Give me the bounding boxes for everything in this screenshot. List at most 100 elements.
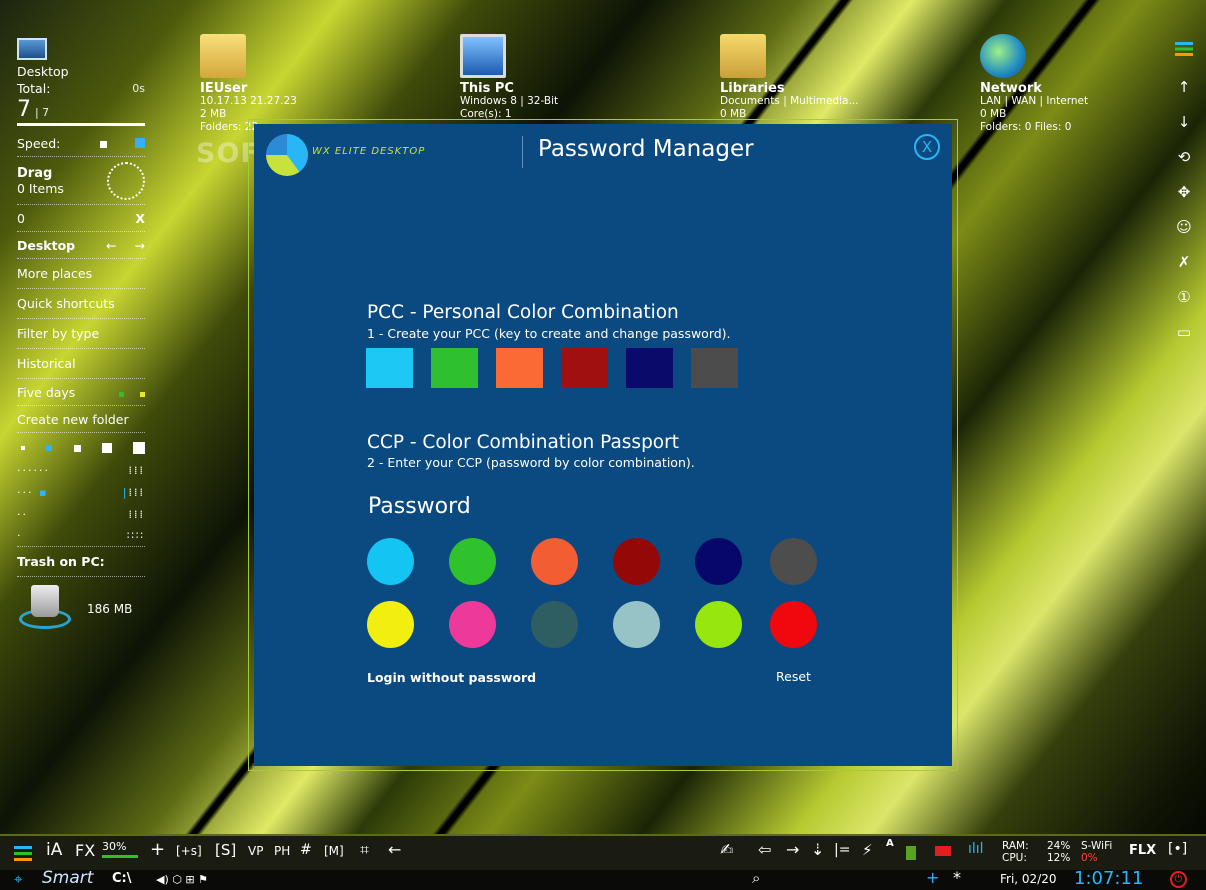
nav-forward-button[interactable]: → [135,238,145,253]
ram-cpu-labels: RAM: CPU: [1002,840,1029,864]
dots-pattern-3[interactable]: ·· [17,508,28,521]
desktop-icon-this-pc[interactable]: This PC Windows 8 | 32-Bit Core(s): 1 [460,34,558,121]
sidebar-item-filter-by-type[interactable]: Filter by type [17,319,145,349]
search-icon[interactable]: ⌕ [752,869,760,887]
grid-pattern-3[interactable]: ⁞⁞⁞ [129,508,146,521]
desktop-icon[interactable] [17,38,47,60]
refresh-icon[interactable]: ⟲ [1178,140,1191,175]
drive-label[interactable]: C:\ [112,871,132,886]
color-dot-button[interactable] [449,538,496,585]
dots-pattern-2[interactable]: ··· ▪ [17,486,48,499]
speed-row[interactable]: Speed: [17,130,145,157]
target-button[interactable]: [•] [1168,841,1187,857]
ph-button[interactable]: PH [274,844,290,858]
ribbon-icon[interactable]: ✗ [1178,245,1191,280]
back-arrow-icon[interactable]: ← [388,840,401,859]
fx-button[interactable]: FX [75,841,95,860]
info-icon[interactable]: ① [1177,280,1190,315]
sidebar-item-five-days[interactable]: Five days [17,379,145,406]
sidebar-item-more-places[interactable]: More places [17,259,145,289]
color-dot-button[interactable] [695,601,742,648]
trash-row[interactable]: 186 MB [17,583,145,635]
smart-button[interactable]: Smart [42,868,93,888]
color-dot-button[interactable] [449,601,496,648]
add-s-button[interactable]: [+s] [176,844,202,858]
view-tiny[interactable] [21,446,25,450]
color-dot-button[interactable] [531,538,578,585]
wifi-status[interactable]: S-WiFi 0% [1081,840,1112,864]
drag-drop-zone[interactable] [107,161,145,200]
vp-button[interactable]: VP [248,844,263,858]
dots-pattern-1[interactable]: ······ [17,464,50,477]
letter-a-icon[interactable]: A [886,838,894,849]
view-size-row[interactable] [17,437,145,459]
grid-icon[interactable]: ⌗ [360,840,369,860]
layout-row-2[interactable]: ··· ▪ |⁞⁞⁞ [17,481,145,503]
speed-slow-square[interactable] [100,140,107,148]
grid-pattern-2[interactable]: |⁞⁞⁞ [123,486,145,499]
arrow-up-icon[interactable]: ↑ [1178,70,1191,105]
clear-button[interactable]: X [135,211,145,226]
grid-pattern-1[interactable]: ⁞⁞⁞ [129,464,146,477]
hash-button[interactable]: # [300,842,312,858]
crosshair-icon[interactable]: ⌖ [14,870,22,888]
cpu-value: 12% [1047,852,1071,864]
right-arrow-icon[interactable]: → [786,840,799,859]
view-medium[interactable] [73,444,81,452]
color-dot-button[interactable] [695,538,742,585]
volume-level[interactable]: 30% [102,840,138,858]
star-button[interactable]: * [953,868,961,887]
window-icon[interactable]: ▭ [1177,315,1191,350]
desktop-icon-libraries[interactable]: Libraries Documents | Multimedia... 0 MB [720,34,858,121]
color-dot-button[interactable] [770,601,817,648]
m-button[interactable]: [M] [324,844,344,858]
align-icon[interactable]: |= [834,842,850,858]
drag-row[interactable]: Drag 0 Items [17,157,145,205]
nav-back-button[interactable]: ← [106,238,116,253]
speed-fast-square[interactable] [135,137,145,148]
signature-icon[interactable]: ✍ [720,840,733,859]
add-button[interactable]: + [150,839,165,860]
password-colors-row-2 [367,601,852,648]
download-icon[interactable]: ⇣ [811,840,824,859]
color-dot-button[interactable] [531,601,578,648]
ccp-subtitle: 2 - Enter your CCP (password by color co… [367,455,695,470]
view-small[interactable] [46,445,53,451]
dots-pattern-4[interactable]: · [17,529,23,542]
layout-row-1[interactable]: ······ ⁞⁞⁞ [17,459,145,481]
move-icon[interactable]: ✥ [1178,175,1191,210]
grid-pattern-4[interactable]: ∷∷ [127,529,145,542]
sidebar-item-create-new-folder[interactable]: Create new folder [17,406,145,433]
color-dot-button[interactable] [613,538,660,585]
smiley-icon[interactable]: ☺ [1176,210,1192,245]
power-icon[interactable]: ⏻ [1170,871,1187,888]
password-manager-dialog: WX ELITE DESKTOP Password Manager X PCC … [254,124,952,766]
color-dot-button[interactable] [367,601,414,648]
color-dot-button[interactable] [367,538,414,585]
sidebar-item-quick-shortcuts[interactable]: Quick shortcuts [17,289,145,319]
desktop-icon-network[interactable]: Network LAN | WAN | Internet 0 MB Folder… [980,34,1088,134]
color-dot-button[interactable] [770,538,817,585]
bolt-icon[interactable]: ⚡ [862,841,873,859]
menu-icon[interactable] [1175,42,1193,56]
arrow-down-icon[interactable]: ↓ [1178,105,1191,140]
add-tray-button[interactable]: + [926,868,939,887]
ia-button[interactable]: iA [46,840,62,860]
layout-row-4[interactable]: · ∷∷ [17,525,145,547]
start-menu-icon[interactable] [14,846,32,861]
sidebar-item-historical[interactable]: Historical [17,349,145,379]
layout-row-3[interactable]: ·· ⁞⁞⁞ [17,503,145,525]
view-xlarge[interactable] [133,442,145,454]
flx-button[interactable]: FLX [1129,843,1156,858]
reset-button[interactable]: Reset [776,669,811,684]
login-without-password-link[interactable]: Login without password [367,670,536,685]
tray-icons[interactable]: ◀) ⬡ ⊞ ⚑ [156,873,208,886]
trash-icon[interactable] [17,583,73,635]
view-large[interactable] [101,443,112,453]
color-dot-button[interactable] [613,601,660,648]
undo-arrow-icon[interactable]: ⇦ [758,840,771,859]
count-row: 7 | 7 [17,97,145,122]
trash-size: 186 MB [87,602,133,616]
s-button[interactable]: [S] [215,841,236,859]
close-button[interactable]: X [914,134,940,160]
